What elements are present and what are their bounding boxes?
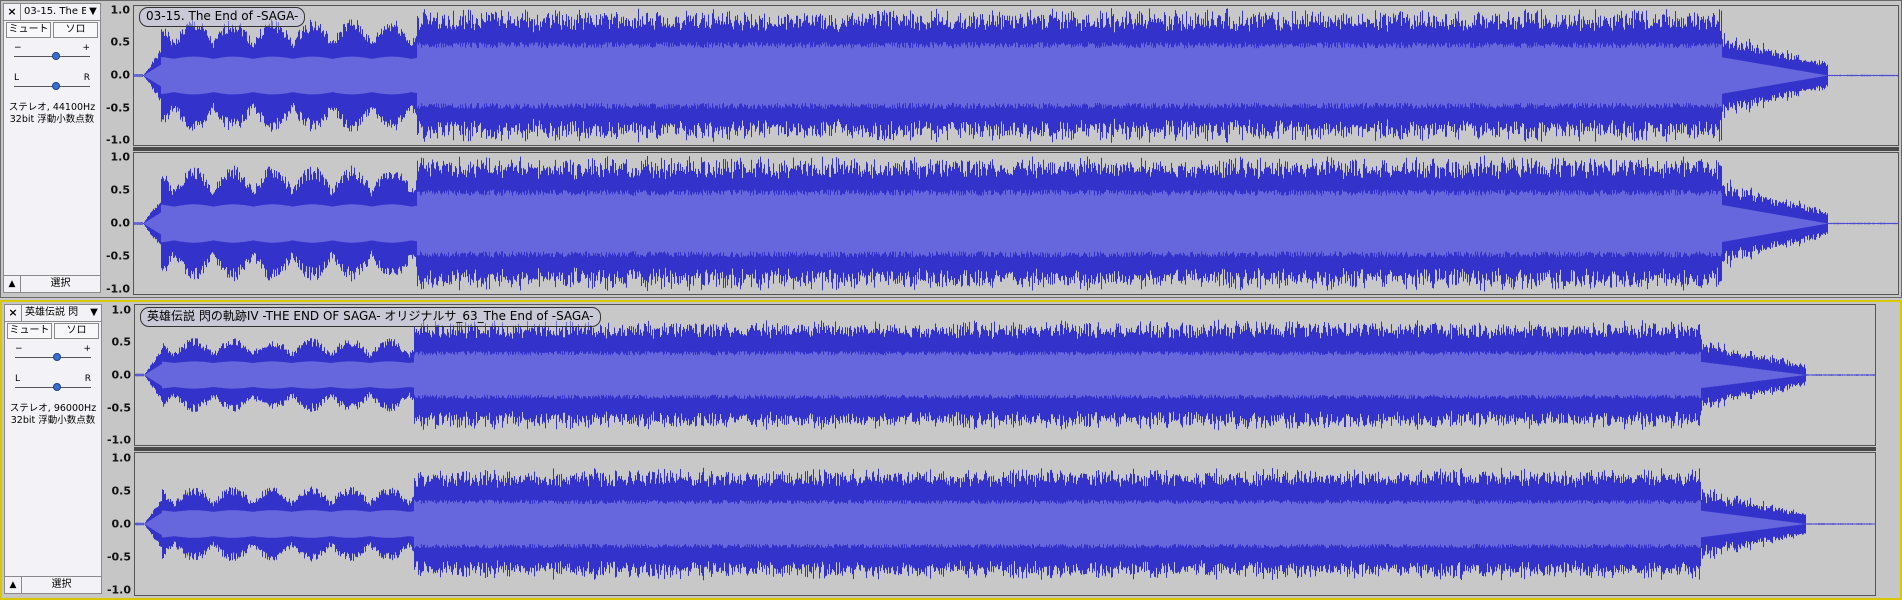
ruler-tick-label: -1.0 bbox=[105, 133, 130, 147]
track-name-menu[interactable]: 03-15. The E bbox=[21, 4, 86, 20]
amplitude-ruler-right: 1.0 0.5 0.0 -0.5 -1.0 bbox=[103, 152, 133, 295]
pan-slider[interactable]: L R bbox=[11, 375, 95, 393]
ruler-tick-label: 0.0 bbox=[111, 517, 132, 531]
waveform-left-channel[interactable] bbox=[133, 5, 1899, 146]
mute-button[interactable]: ミュート bbox=[6, 22, 51, 38]
gain-plus-label: + bbox=[82, 43, 90, 53]
track-info: ステレオ, 96000Hz 32bit 浮動小数点数 bbox=[7, 403, 99, 427]
gain-slider[interactable]: − + bbox=[11, 345, 95, 363]
collapse-track-icon[interactable]: ▲ bbox=[5, 577, 22, 593]
channel-separator[interactable] bbox=[133, 147, 1899, 151]
ruler-tick-label: 0.5 bbox=[110, 183, 131, 197]
ruler-tick-label: -1.0 bbox=[106, 433, 131, 447]
ruler-tick-label: 0.0 bbox=[110, 216, 131, 230]
collapse-track-icon[interactable]: ▲ bbox=[4, 276, 21, 292]
close-track-icon[interactable]: × bbox=[4, 4, 21, 20]
solo-button[interactable]: ソロ bbox=[54, 323, 99, 339]
ruler-tick-label: 0.5 bbox=[111, 335, 132, 349]
track-format-line: ステレオ, 44100Hz bbox=[8, 102, 96, 113]
track-control-panel: × 英雄伝説 閃 ▼ ミュート ソロ − + L R ステレオ, 96000Hz… bbox=[4, 304, 102, 594]
select-track-button[interactable]: 選択 bbox=[22, 577, 101, 593]
ruler-tick-label: -1.0 bbox=[106, 583, 131, 597]
gain-minus-label: − bbox=[15, 344, 23, 354]
track-bitdepth-line: 32bit 浮動小数点数 bbox=[10, 415, 96, 426]
track-name-menu[interactable]: 英雄伝説 閃 bbox=[22, 305, 87, 321]
track-format-line: ステレオ, 96000Hz bbox=[9, 403, 97, 414]
track-title-bar: × 03-15. The E ▼ bbox=[4, 4, 100, 21]
ruler-tick-label: -0.5 bbox=[105, 101, 130, 115]
gain-minus-label: − bbox=[14, 43, 22, 53]
pan-right-label: R bbox=[84, 374, 91, 384]
ruler-tick-label: 0.0 bbox=[110, 68, 131, 82]
track-1: × 03-15. The E ▼ ミュート ソロ − + L R ステレオ, 4… bbox=[0, 0, 1902, 298]
track-control-panel: × 03-15. The E ▼ ミュート ソロ − + L R ステレオ, 4… bbox=[3, 3, 101, 293]
select-track-button[interactable]: 選択 bbox=[21, 276, 100, 292]
ruler-tick-label: 1.0 bbox=[110, 150, 131, 164]
pan-slider-knob[interactable] bbox=[52, 82, 60, 90]
mute-button[interactable]: ミュート bbox=[7, 323, 52, 339]
pan-slider[interactable]: L R bbox=[10, 74, 94, 92]
track-bitdepth-line: 32bit 浮動小数点数 bbox=[9, 114, 95, 125]
waveform-right-channel[interactable] bbox=[134, 452, 1876, 596]
track-2: × 英雄伝説 閃 ▼ ミュート ソロ − + L R ステレオ, 96000Hz… bbox=[0, 300, 1902, 600]
ruler-tick-label: -0.5 bbox=[106, 550, 131, 564]
ruler-tick-label: 0.5 bbox=[111, 484, 132, 498]
ruler-tick-label: 0.5 bbox=[110, 35, 131, 49]
track-title-bar: × 英雄伝説 閃 ▼ bbox=[5, 305, 101, 322]
close-track-icon[interactable]: × bbox=[5, 305, 22, 321]
pan-right-label: R bbox=[83, 73, 90, 83]
pan-slider-knob[interactable] bbox=[53, 383, 61, 391]
solo-button[interactable]: ソロ bbox=[53, 22, 98, 38]
amplitude-ruler-left: 1.0 0.5 0.0 -0.5 -1.0 bbox=[104, 304, 134, 446]
pan-left-label: L bbox=[14, 73, 20, 83]
ruler-tick-label: 1.0 bbox=[111, 451, 132, 465]
amplitude-ruler-left: 1.0 0.5 0.0 -0.5 -1.0 bbox=[103, 5, 133, 146]
track-bottom-bar: ▲ 選択 bbox=[4, 275, 100, 292]
ruler-tick-label: -1.0 bbox=[105, 282, 130, 296]
ruler-tick-label: 1.0 bbox=[111, 303, 132, 317]
gain-slider-knob[interactable] bbox=[52, 52, 60, 60]
gain-slider[interactable]: − + bbox=[10, 44, 94, 62]
clip-name-label[interactable]: 英雄伝説 閃の軌跡IV -THE END OF SAGA- オリジナルサ_63_… bbox=[140, 307, 601, 327]
track-info: ステレオ, 44100Hz 32bit 浮動小数点数 bbox=[6, 102, 98, 126]
ruler-tick-label: 0.0 bbox=[111, 368, 132, 382]
gain-slider-knob[interactable] bbox=[53, 353, 61, 361]
ruler-tick-label: -0.5 bbox=[105, 249, 130, 263]
clip-name-label[interactable]: 03-15. The End of -SAGA- bbox=[139, 7, 306, 27]
dropdown-arrow-icon[interactable]: ▼ bbox=[86, 4, 100, 20]
ruler-tick-label: -0.5 bbox=[106, 401, 131, 415]
pan-left-label: L bbox=[15, 374, 21, 384]
waveform-right-channel[interactable] bbox=[133, 152, 1899, 295]
channel-separator[interactable] bbox=[134, 447, 1876, 451]
gain-plus-label: + bbox=[83, 344, 91, 354]
track-bottom-bar: ▲ 選択 bbox=[5, 576, 101, 593]
dropdown-arrow-icon[interactable]: ▼ bbox=[87, 305, 101, 321]
amplitude-ruler-right: 1.0 0.5 0.0 -0.5 -1.0 bbox=[104, 452, 134, 596]
ruler-tick-label: 1.0 bbox=[110, 3, 131, 17]
